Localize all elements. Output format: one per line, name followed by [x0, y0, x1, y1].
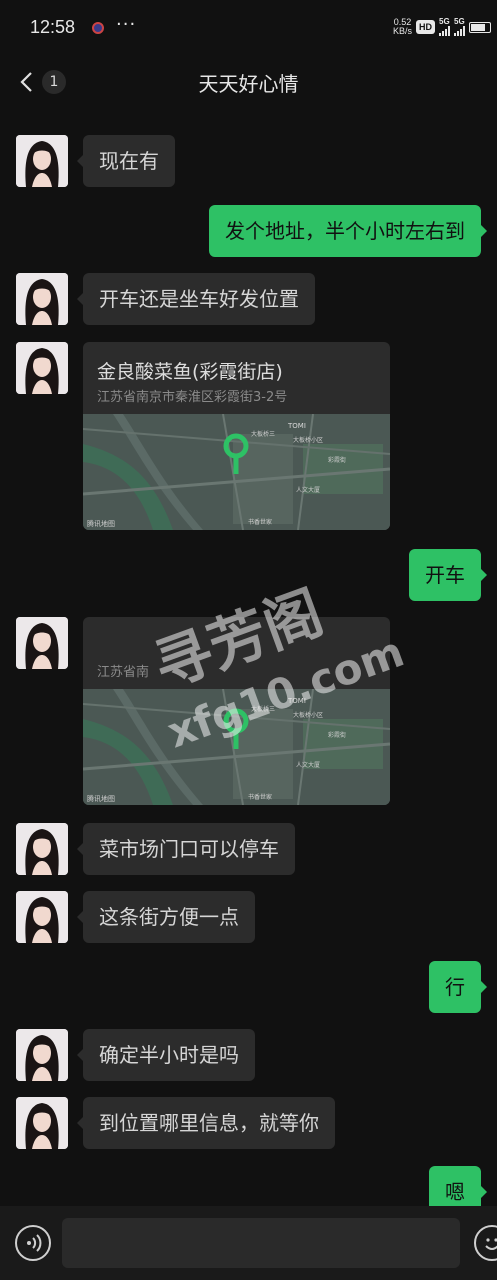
- notification-app-icon: [92, 22, 104, 34]
- location-message-card[interactable]: 江苏省南 TOMI 大板桥三 大板桥小区 书香世家 彩霞街 人文大厦 腾讯地图: [83, 617, 390, 805]
- message-bubble-incoming[interactable]: 这条街方便一点: [77, 891, 255, 943]
- chat-header: 1 天天好心情: [0, 56, 497, 108]
- emoji-button[interactable]: [474, 1225, 497, 1261]
- message-bubble-incoming[interactable]: 确定半小时是吗: [77, 1029, 255, 1081]
- map-label: 人文大厦: [296, 761, 320, 769]
- contact-avatar[interactable]: [16, 1097, 68, 1149]
- signal-icon-sim2: 5G: [454, 18, 465, 36]
- map-label: 大板桥小区: [293, 436, 323, 444]
- map-label: 大板桥三: [251, 705, 275, 713]
- message-bubble-incoming[interactable]: 开车还是坐车好发位置: [77, 273, 315, 325]
- hd-voice-icon: HD: [416, 20, 435, 34]
- contact-avatar[interactable]: [16, 135, 68, 187]
- status-bar: 12:58 ··· 0.52 KB/s HD 5G 5G: [0, 0, 497, 56]
- location-address: 江苏省南京市秦淮区彩霞街3-2号: [97, 390, 288, 405]
- message-bubble-incoming[interactable]: 现在有: [77, 135, 175, 187]
- map-label: 大板桥小区: [293, 711, 323, 719]
- map-preview: TOMI 大板桥三 大板桥小区 书香世家 彩霞街 人文大厦 腾讯地图: [83, 689, 390, 805]
- chat-title: 天天好心情: [198, 72, 299, 96]
- map-label: TOMI: [287, 422, 306, 430]
- chat-input-bar: [0, 1206, 497, 1280]
- message-bubble-incoming[interactable]: 菜市场门口可以停车: [77, 823, 295, 875]
- voice-input-button[interactable]: [15, 1225, 51, 1261]
- message-bubble-outgoing[interactable]: 发个地址，半个小时左右到: [209, 205, 487, 257]
- map-preview: TOMI 大板桥三 大板桥小区 书香世家 彩霞街 人文大厦 腾讯地图: [83, 414, 390, 530]
- message-bubble-outgoing[interactable]: 行: [429, 961, 487, 1013]
- map-attribution: 腾讯地图: [87, 794, 115, 803]
- contact-avatar[interactable]: [16, 891, 68, 943]
- status-time: 12:58: [30, 17, 76, 37]
- map-label: 彩霞街: [328, 456, 346, 464]
- message-bubble-incoming[interactable]: 到位置哪里信息，就等你: [77, 1097, 335, 1149]
- emoji-icon: [485, 1238, 497, 1250]
- map-attribution: 腾讯地图: [87, 519, 115, 528]
- message-bubble-outgoing[interactable]: 开车: [409, 549, 487, 601]
- message-input[interactable]: [62, 1218, 460, 1268]
- map-label: 大板桥三: [251, 430, 275, 438]
- map-label: 书香世家: [248, 518, 272, 526]
- contact-avatar[interactable]: [16, 1029, 68, 1081]
- contact-avatar[interactable]: [16, 617, 68, 669]
- map-label: 彩霞街: [328, 731, 346, 739]
- network-speed: 0.52 KB/s: [392, 17, 412, 36]
- voice-icon: [27, 1234, 42, 1252]
- contact-avatar[interactable]: [16, 342, 68, 394]
- contact-avatar[interactable]: [16, 273, 68, 325]
- contact-avatar[interactable]: [16, 823, 68, 875]
- location-message-card[interactable]: 金良酸菜鱼(彩霞街店) 江苏省南京市秦淮区彩霞街3-2号 TOMI 大板桥三 大…: [83, 342, 390, 530]
- status-icons: 0.52 KB/s HD 5G 5G: [393, 16, 491, 38]
- map-label: TOMI: [287, 697, 306, 705]
- signal-icon-sim1: 5G: [439, 18, 450, 36]
- battery-icon: [469, 21, 491, 33]
- map-label: 书香世家: [248, 793, 272, 801]
- location-address: 江苏省南: [97, 665, 150, 680]
- map-label: 人文大厦: [296, 486, 320, 494]
- location-name: 金良酸菜鱼(彩霞街店): [97, 361, 283, 383]
- more-notifications-icon: ···: [116, 14, 137, 35]
